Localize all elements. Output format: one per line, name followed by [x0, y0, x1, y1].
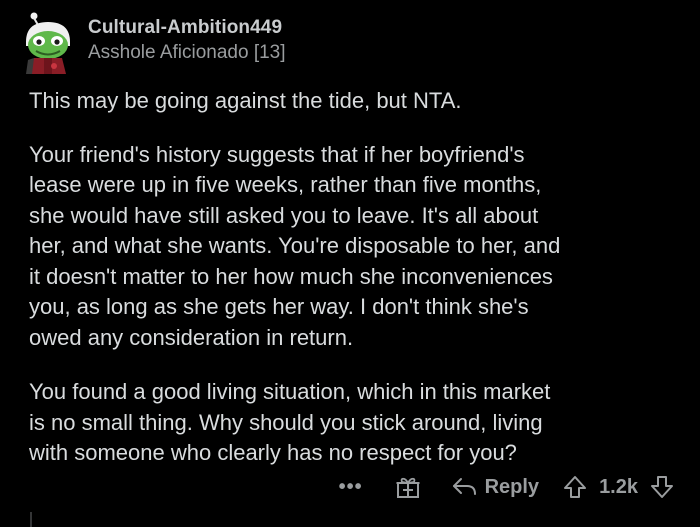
comment-header: Cultural-Ambition449 Asshole Aficionado …: [22, 12, 286, 74]
gift-award-icon[interactable]: [395, 474, 421, 500]
comment-paragraph-3: You found a good living situation, which…: [29, 379, 551, 465]
reply-button[interactable]: Reply: [451, 476, 539, 499]
avatar-image: [26, 12, 70, 74]
reply-label: Reply: [484, 475, 540, 498]
reply-arrow-icon: [451, 476, 477, 498]
downvote-arrow-icon[interactable]: [650, 475, 674, 499]
upvote-arrow-icon[interactable]: [563, 475, 587, 499]
user-flair: Asshole Aficionado [13]: [88, 41, 286, 63]
vote-controls: 1.2k: [563, 475, 674, 499]
thread-line: [30, 512, 32, 527]
comment-paragraph-2: Your friend's history suggests that if h…: [29, 141, 561, 350]
comment-actions: ••• Reply 1.2k: [339, 474, 674, 500]
username[interactable]: Cultural-Ambition449: [88, 16, 286, 40]
avatar[interactable]: [22, 12, 74, 74]
comment-paragraph-1: This may be going against the tide, but …: [29, 88, 462, 113]
more-options-icon[interactable]: •••: [339, 476, 363, 499]
author-block: Cultural-Ambition449 Asshole Aficionado …: [88, 16, 286, 65]
vote-score: 1.2k: [599, 475, 638, 498]
comment: Cultural-Ambition449 Asshole Aficionado …: [0, 0, 700, 527]
comment-body: This may be going against the tide, but …: [29, 86, 689, 493]
